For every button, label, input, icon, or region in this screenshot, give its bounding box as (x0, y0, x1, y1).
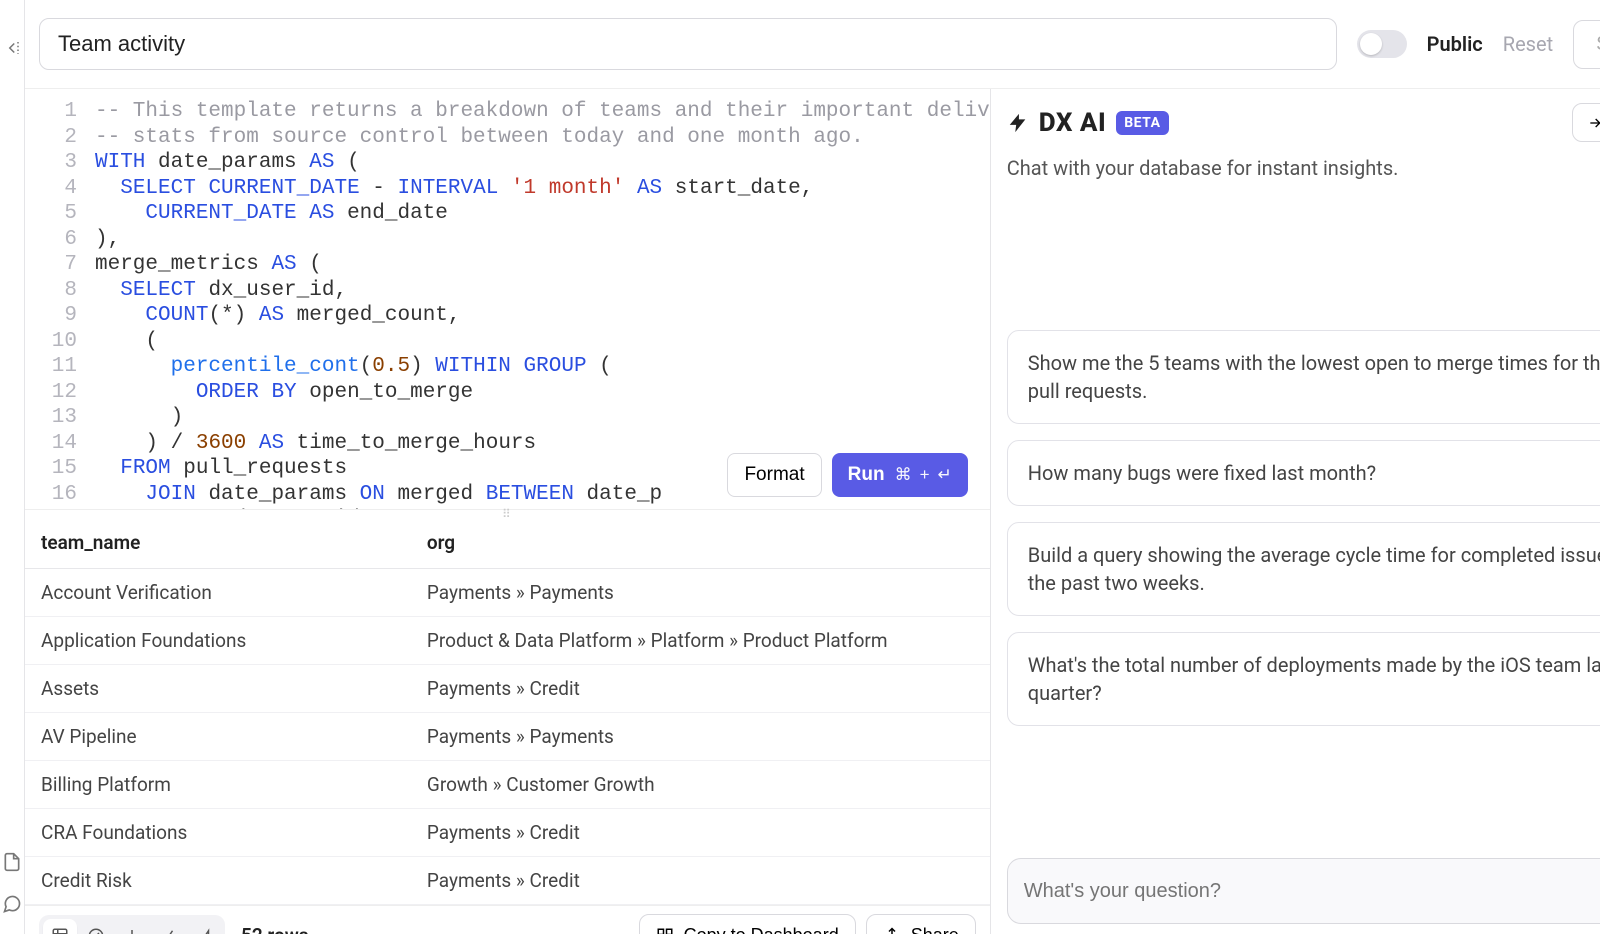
view-table-icon[interactable] (43, 919, 77, 934)
cell-org: Growth » Customer Growth (411, 761, 990, 809)
table-header-row: team_name org (25, 517, 990, 569)
copy-to-dashboard-button[interactable]: Copy to Dashboard (639, 914, 856, 934)
run-label: Run (848, 464, 885, 486)
ai-suggestion[interactable]: Show me the 5 teams with the lowest open… (1007, 330, 1600, 424)
cell-org: Payments » Payments (411, 713, 990, 761)
chat-icon[interactable] (0, 892, 24, 916)
cell-team: Account Verification (25, 569, 411, 617)
results-panel: team_name org Account VerificationPaymen… (25, 517, 990, 934)
cell-team: Assets (25, 665, 411, 713)
run-shortcut: ⌘ + ↵ (895, 465, 952, 485)
column-header-org[interactable]: org (411, 517, 990, 569)
ai-suggestion[interactable]: What's the total number of deployments m… (1007, 632, 1600, 726)
cell-org: Payments » Credit (411, 809, 990, 857)
row-count: 52 rows (241, 924, 309, 934)
ai-brand-text: DX AI (1039, 108, 1106, 138)
ai-disclaimer: DX AI can make mistakes. Please check re… (1007, 924, 1600, 934)
cell-org: Product & Data Platform » Platform » Pro… (411, 617, 990, 665)
ai-panel: DX AI BETA Hide Chat with your database … (991, 89, 1600, 934)
format-button[interactable]: Format (727, 453, 821, 497)
document-icon[interactable] (0, 850, 24, 874)
cell-team: AV Pipeline (25, 713, 411, 761)
results-footer: 52 rows Copy to Dashboard Share (25, 905, 990, 934)
ai-suggestion[interactable]: Build a query showing the average cycle … (1007, 522, 1600, 616)
table-row[interactable]: CRA FoundationsPayments » Credit (25, 809, 990, 857)
ai-input-row (1007, 858, 1600, 924)
view-switcher (39, 915, 225, 934)
ai-subtitle: Chat with your database for instant insi… (1007, 156, 1600, 180)
reset-button[interactable]: Reset (1503, 32, 1553, 56)
view-line-icon[interactable] (151, 919, 185, 934)
run-button[interactable]: Run ⌘ + ↵ (832, 453, 968, 497)
hide-icon (1587, 115, 1600, 131)
table-row[interactable]: Billing PlatformGrowth » Customer Growth (25, 761, 990, 809)
cell-team: Billing Platform (25, 761, 411, 809)
cell-team: Credit Risk (25, 857, 411, 905)
cell-team: CRA Foundations (25, 809, 411, 857)
hide-ai-button[interactable]: Hide (1572, 103, 1600, 142)
grid-icon (656, 927, 674, 934)
table-row[interactable]: Application FoundationsProduct & Data Pl… (25, 617, 990, 665)
left-rail (0, 0, 25, 934)
public-toggle[interactable] (1357, 30, 1407, 58)
ai-suggestion[interactable]: How many bugs were fixed last month? (1007, 440, 1600, 506)
view-gauge-icon[interactable] (79, 919, 113, 934)
table-row[interactable]: Account VerificationPayments » Payments (25, 569, 990, 617)
sql-editor[interactable]: 1-- This template returns a breakdown of… (25, 89, 990, 509)
public-label: Public (1427, 32, 1483, 56)
horizontal-splitter[interactable]: ⠿ (25, 509, 990, 517)
cell-org: Payments » Credit (411, 857, 990, 905)
bolt-icon (1007, 112, 1029, 134)
table-row[interactable]: AssetsPayments » Credit (25, 665, 990, 713)
table-row[interactable]: Credit RiskPayments » Credit (25, 857, 990, 905)
cell-org: Payments » Payments (411, 569, 990, 617)
topbar: Public Reset Save (25, 0, 1600, 89)
column-header-team[interactable]: team_name (25, 517, 411, 569)
beta-badge: BETA (1116, 111, 1168, 135)
query-title-input[interactable] (39, 18, 1337, 70)
view-area-icon[interactable] (187, 919, 221, 934)
ai-question-input[interactable] (1024, 880, 1600, 903)
save-button[interactable]: Save (1573, 20, 1600, 69)
cell-team: Application Foundations (25, 617, 411, 665)
cell-org: Payments » Credit (411, 665, 990, 713)
table-row[interactable]: AV PipelinePayments » Payments (25, 713, 990, 761)
collapse-sidebar-icon[interactable] (0, 36, 24, 60)
share-button[interactable]: Share (866, 914, 976, 934)
view-bar-icon[interactable] (115, 919, 149, 934)
share-icon (883, 927, 901, 934)
